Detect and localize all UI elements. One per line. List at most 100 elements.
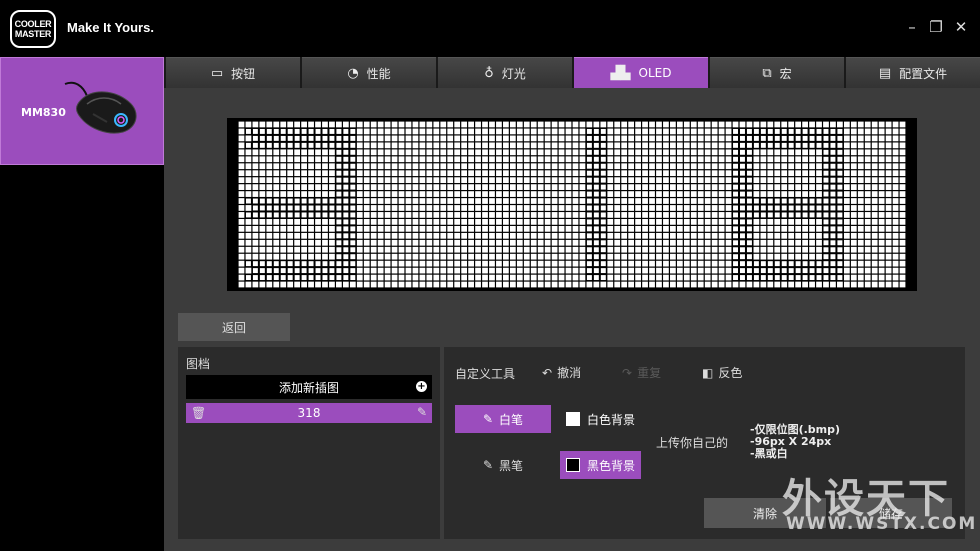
oled-pixel[interactable] — [670, 170, 676, 177]
oled-pixel[interactable] — [621, 267, 628, 274]
oled-pixel[interactable] — [697, 253, 704, 260]
oled-pixel[interactable] — [614, 156, 621, 163]
oled-pixel[interactable] — [802, 225, 808, 232]
oled-pixel[interactable] — [322, 149, 328, 156]
oled-pixel-on[interactable] — [293, 274, 301, 281]
oled-pixel[interactable] — [885, 253, 892, 260]
oled-pixel[interactable] — [683, 232, 690, 239]
oled-pixel[interactable] — [656, 142, 662, 149]
oled-pixel-on[interactable] — [787, 260, 795, 267]
oled-pixel[interactable] — [628, 267, 635, 274]
oled-pixel-on[interactable] — [314, 267, 322, 274]
oled-pixel[interactable] — [697, 184, 704, 190]
oled-pixel[interactable] — [447, 267, 454, 274]
oled-pixel[interactable] — [607, 260, 614, 267]
oled-pixel[interactable] — [892, 260, 899, 267]
oled-pixel[interactable] — [238, 191, 245, 197]
oled-pixel[interactable] — [523, 170, 530, 177]
oled-pixel[interactable] — [398, 149, 405, 156]
oled-pixel[interactable] — [871, 177, 878, 184]
oled-pixel[interactable] — [690, 225, 697, 232]
oled-pixel[interactable] — [816, 246, 822, 253]
oled-pixel[interactable] — [614, 205, 621, 211]
oled-pixel[interactable] — [753, 156, 760, 163]
oled-pixel[interactable] — [454, 225, 461, 232]
oled-pixel[interactable] — [635, 239, 641, 246]
oled-pixel[interactable] — [537, 260, 544, 267]
tab-performance[interactable]: ◔ 性能 — [302, 57, 436, 88]
oled-pixel[interactable] — [461, 184, 468, 190]
oled-pixel[interactable] — [663, 225, 669, 232]
oled-pixel[interactable] — [642, 225, 648, 232]
oled-pixel[interactable] — [788, 149, 795, 156]
oled-pixel-on[interactable] — [349, 253, 357, 260]
oled-pixel[interactable] — [899, 170, 906, 177]
oled-pixel-on[interactable] — [328, 128, 336, 135]
oled-pixel[interactable] — [802, 163, 808, 170]
oled-pixel[interactable] — [537, 212, 544, 218]
oled-pixel-on[interactable] — [342, 246, 350, 254]
oled-pixel-on[interactable] — [822, 239, 830, 247]
oled-pixel[interactable] — [301, 232, 307, 239]
oled-pixel[interactable] — [447, 135, 454, 142]
oled-pixel-on[interactable] — [342, 128, 350, 135]
oled-pixel[interactable] — [412, 163, 419, 170]
oled-pixel-on[interactable] — [739, 218, 746, 226]
oled-pixel-on[interactable] — [307, 211, 315, 219]
oled-pixel[interactable] — [516, 149, 523, 156]
oled-pixel[interactable] — [871, 219, 878, 225]
oled-pixel[interactable] — [370, 177, 377, 184]
oled-pixel[interactable] — [753, 232, 760, 239]
oled-pixel-on[interactable] — [773, 267, 781, 274]
oled-pixel[interactable] — [503, 267, 509, 274]
oled-pixel[interactable] — [572, 246, 579, 253]
oled-pixel[interactable] — [391, 225, 398, 232]
oled-pixel[interactable] — [440, 253, 447, 260]
oled-pixel[interactable] — [676, 191, 683, 197]
oled-pixel[interactable] — [607, 205, 614, 211]
oled-pixel[interactable] — [509, 253, 516, 260]
oled-pixel-on[interactable] — [293, 135, 301, 142]
oled-pixel[interactable] — [405, 170, 412, 177]
oled-pixel[interactable] — [711, 239, 718, 246]
oled-pixel[interactable] — [454, 239, 461, 246]
oled-pixel-on[interactable] — [739, 232, 746, 240]
oled-pixel[interactable] — [440, 135, 447, 142]
oled-pixel[interactable] — [489, 121, 495, 128]
oled-pixel[interactable] — [614, 232, 621, 239]
oled-pixel[interactable] — [565, 121, 572, 128]
oled-pixel[interactable] — [850, 142, 857, 149]
oled-pixel[interactable] — [878, 267, 885, 274]
oled-pixel[interactable] — [377, 156, 384, 163]
oled-pixel[interactable] — [440, 232, 447, 239]
oled-pixel[interactable] — [579, 205, 586, 211]
oled-pixel[interactable] — [461, 142, 468, 149]
oled-pixel[interactable] — [614, 260, 621, 267]
oled-pixel[interactable] — [509, 135, 516, 142]
oled-pixel[interactable] — [809, 163, 815, 170]
oled-pixel[interactable] — [419, 156, 426, 163]
oled-pixel-on[interactable] — [739, 225, 746, 233]
oled-pixel[interactable] — [816, 232, 822, 239]
oled-pixel-on[interactable] — [266, 197, 273, 205]
oled-pixel-on[interactable] — [321, 204, 329, 212]
oled-pixel-on[interactable] — [739, 260, 746, 267]
oled-pixel[interactable] — [482, 135, 488, 142]
oled-pixel[interactable] — [419, 225, 426, 232]
oled-pixel[interactable] — [878, 121, 885, 128]
oled-pixel[interactable] — [649, 142, 655, 149]
oled-pixel[interactable] — [760, 191, 767, 197]
oled-pixel[interactable] — [238, 225, 245, 232]
oled-pixel[interactable] — [544, 142, 551, 149]
oled-pixel[interactable] — [489, 170, 495, 177]
oled-pixel[interactable] — [475, 135, 481, 142]
oled-pixel[interactable] — [795, 184, 802, 190]
oled-pixel[interactable] — [871, 163, 878, 170]
oled-pixel[interactable] — [683, 253, 690, 260]
oled-pixel[interactable] — [496, 142, 502, 149]
oled-pixel[interactable] — [461, 205, 468, 211]
oled-pixel-on[interactable] — [746, 211, 753, 219]
oled-pixel[interactable] — [238, 232, 245, 239]
oled-pixel[interactable] — [280, 121, 287, 128]
oled-pixel[interactable] — [670, 191, 676, 197]
